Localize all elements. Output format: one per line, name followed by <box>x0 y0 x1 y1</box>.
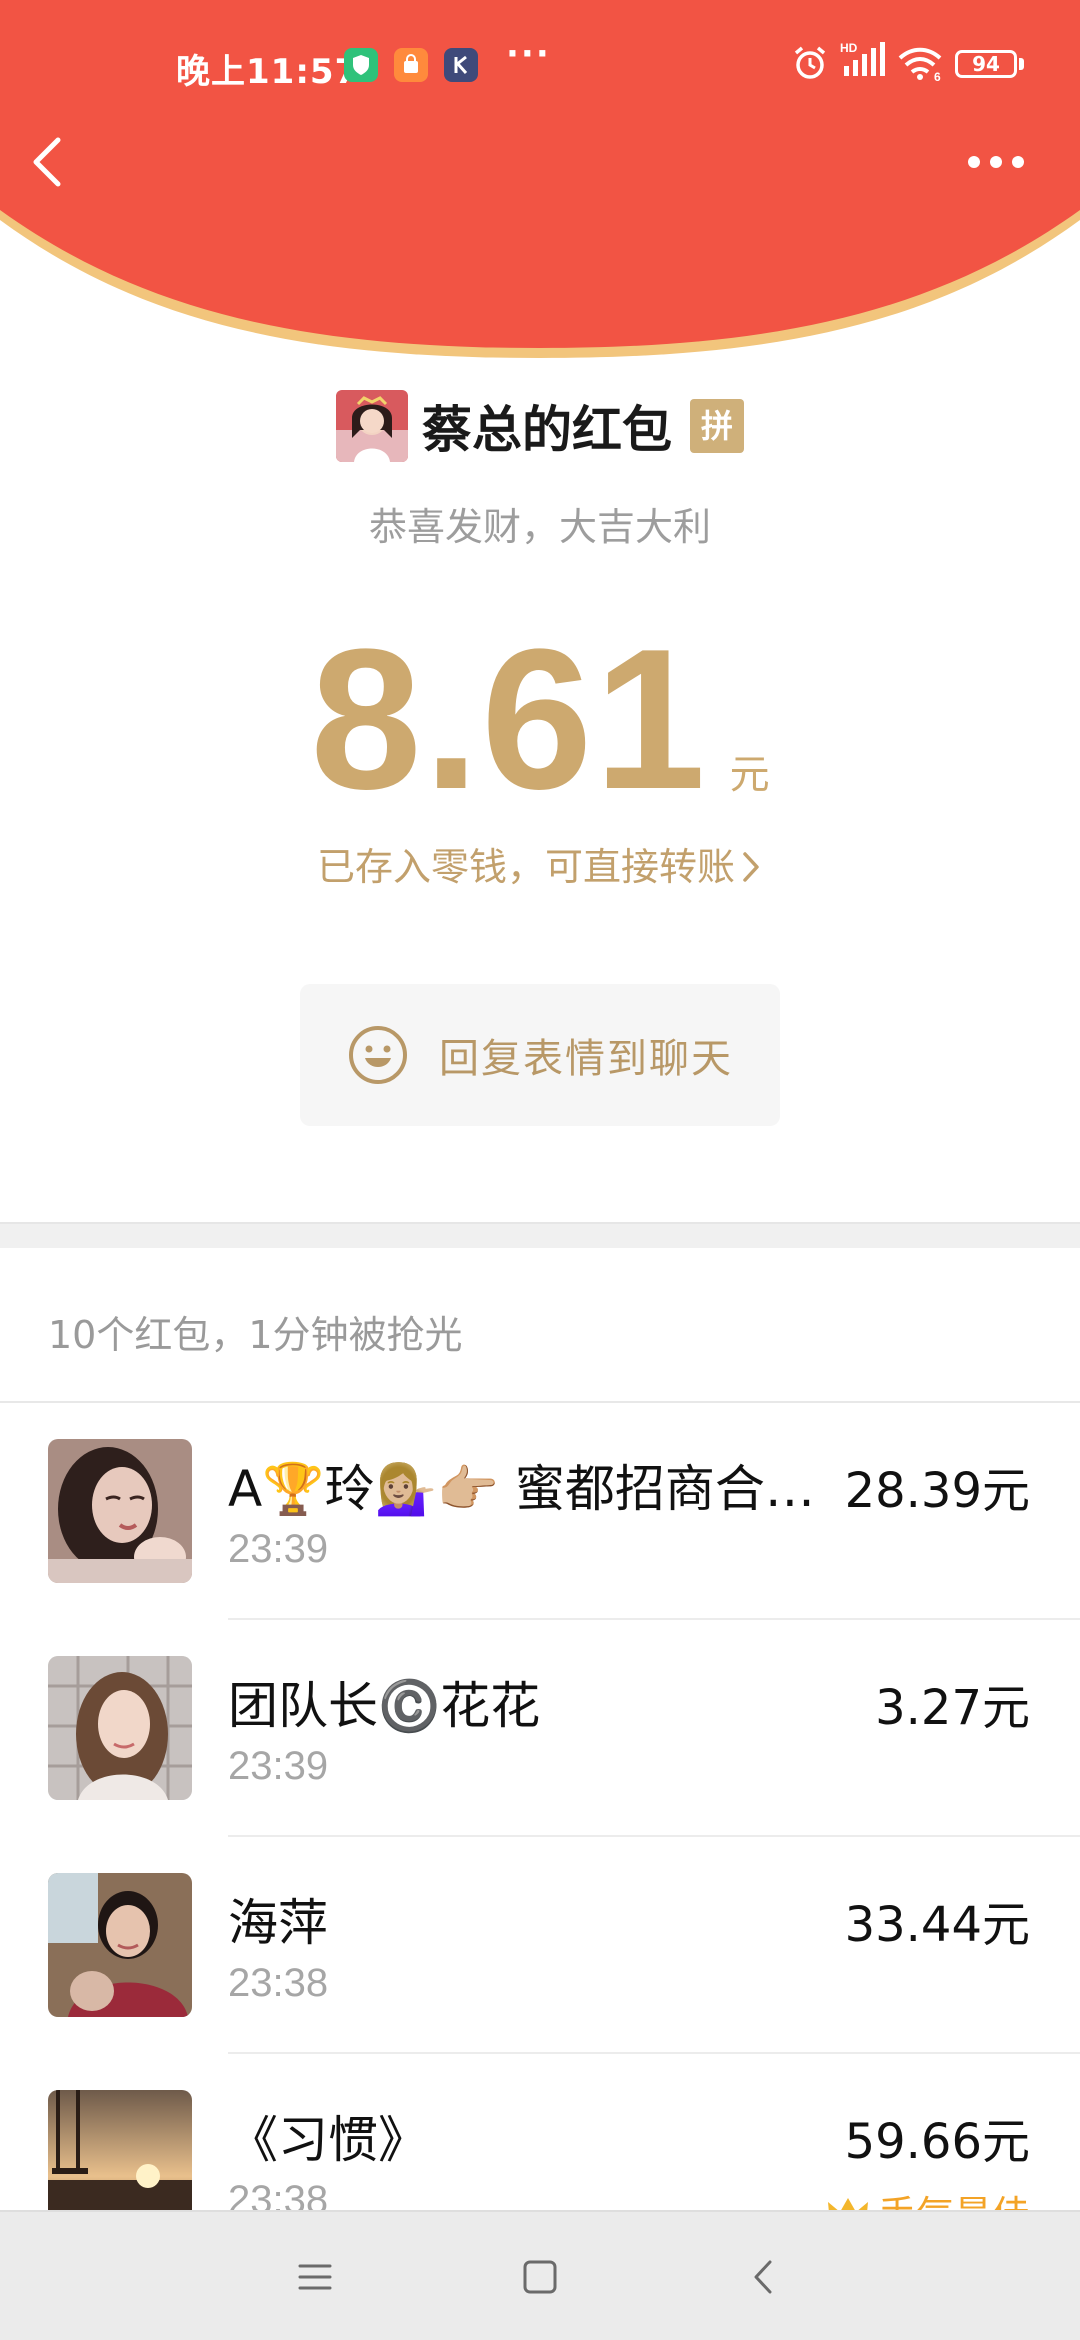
menu-icon <box>298 2264 332 2290</box>
amount-row: 8.61 元 <box>0 620 1080 820</box>
reply-label: 回复表情到聊天 <box>439 1036 733 1082</box>
list-item[interactable]: A🏆玲💁🏼‍♀️👉🏼 蜜都招商合伙人 23:39 28.39元 <box>0 1403 1080 1620</box>
receive-time: 23:39 <box>228 1744 329 1788</box>
status-bar: 晚上11:57 ··· HD 6 94 <box>0 0 1080 130</box>
amount-unit: 元 <box>729 752 770 798</box>
signal-icon: HD <box>840 40 886 84</box>
sender-row: 蔡总的红包 拼 <box>0 390 1080 466</box>
receivers-list: A🏆玲💁🏼‍♀️👉🏼 蜜都招商合伙人 23:39 28.39元 团队长©️花花 … <box>0 1403 1080 2271</box>
amount-value: 8.61 <box>310 608 708 831</box>
home-square-icon <box>523 2260 557 2294</box>
group-luck-badge: 拼 <box>690 399 744 453</box>
receive-amount: 33.44元 <box>844 1897 1030 1953</box>
smile-face-icon <box>349 1026 407 1084</box>
nav-back-button[interactable] <box>740 2252 790 2302</box>
receive-amount: 3.27元 <box>875 1680 1030 1736</box>
receiver-name: 团队长©️花花 <box>228 1677 541 1735</box>
stored-to-change-link[interactable]: 已存入零钱，可直接转账 <box>0 836 1080 891</box>
nav-menu-button[interactable] <box>290 2252 340 2302</box>
receiver-name: 海萍 <box>228 1894 328 1952</box>
stored-note: 已存入零钱，可直接转账 <box>316 845 735 889</box>
receive-amount: 59.66元 <box>844 2114 1030 2170</box>
chevron-right-icon <box>743 852 759 882</box>
back-button[interactable] <box>20 132 80 192</box>
chevron-left-icon <box>33 137 61 187</box>
receiver-avatar[interactable] <box>48 1873 192 2017</box>
receive-time: 23:39 <box>228 1527 329 1571</box>
system-navigation-bar <box>0 2210 1080 2340</box>
k-app-icon <box>444 48 478 82</box>
packet-summary: 10个红包，1分钟被抢光 <box>48 1313 463 1357</box>
sender-avatar[interactable] <box>336 390 408 462</box>
more-options-button[interactable] <box>960 132 1040 192</box>
nav-home-button[interactable] <box>515 2252 565 2302</box>
receiver-avatar[interactable] <box>48 1656 192 1800</box>
battery-indicator: 94 <box>955 50 1017 78</box>
more-dots-icon <box>968 156 1024 168</box>
blessing-text: 恭喜发财，大吉大利 <box>368 505 711 549</box>
battery-tip <box>1019 58 1024 70</box>
svg-text:6: 6 <box>934 70 941 82</box>
section-divider <box>0 1222 1080 1248</box>
packet-header: 晚上11:57 ··· HD 6 94 <box>0 0 1080 360</box>
list-item[interactable]: 团队长©️花花 23:39 3.27元 <box>0 1620 1080 1837</box>
svg-text:HD: HD <box>840 41 858 55</box>
shopping-app-icon <box>394 48 428 82</box>
receiver-name: A🏆玲💁🏼‍♀️👉🏼 蜜都招商合伙人 <box>228 1460 838 1518</box>
alarm-icon <box>792 44 828 86</box>
status-more-indicator: ··· <box>506 34 551 74</box>
back-arrow-icon <box>754 2260 772 2294</box>
status-time: 晚上11:57 <box>176 52 360 92</box>
reply-sticker-button[interactable]: 回复表情到聊天 <box>300 984 780 1126</box>
receiver-name: 《习惯》 <box>228 2111 428 2169</box>
packet-title: 蔡总的红包 <box>422 401 672 459</box>
wifi-icon: 6 <box>896 44 944 86</box>
receive-amount: 28.39元 <box>844 1463 1030 1519</box>
receive-time: 23:38 <box>228 1961 329 2005</box>
shield-app-icon <box>344 48 378 82</box>
list-item[interactable]: 海萍 23:38 33.44元 <box>0 1837 1080 2054</box>
receiver-avatar[interactable] <box>48 1439 192 1583</box>
